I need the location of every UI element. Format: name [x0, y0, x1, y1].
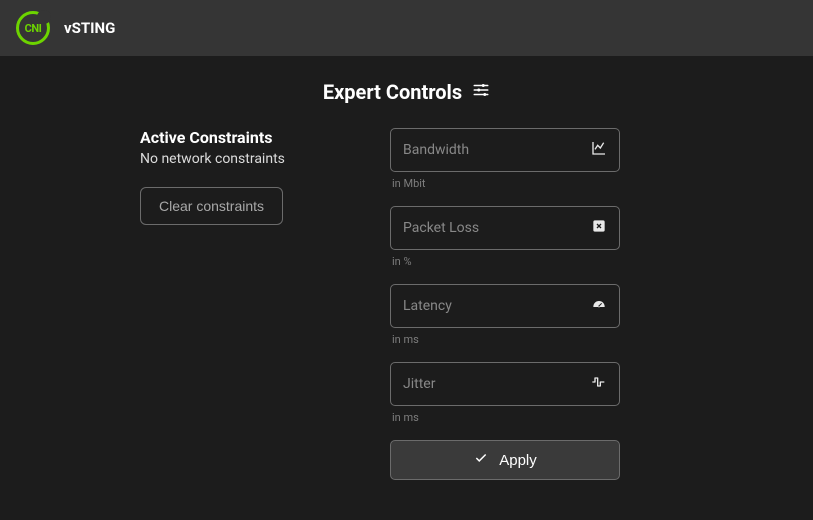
bandwidth-placeholder: Bandwidth [403, 142, 469, 158]
logo-text: CNI [25, 22, 42, 35]
constraints-status-text: No network constraints [140, 151, 290, 167]
jitter-input[interactable]: Jitter [390, 362, 620, 406]
app-header: CNI vSTING [0, 0, 813, 56]
sliders-icon [472, 80, 490, 104]
jitter-help: in ms [390, 411, 620, 424]
jitter-placeholder: Jitter [403, 376, 435, 392]
packet-loss-input[interactable]: Packet Loss [390, 206, 620, 250]
controls-panel: Bandwidth in Mbit Packet Loss in % [390, 128, 620, 480]
x-square-icon [591, 218, 607, 238]
page-title: Expert Controls [0, 80, 813, 104]
clear-constraints-button[interactable]: Clear constraints [140, 187, 283, 225]
latency-help: in ms [390, 333, 620, 346]
app-name: vSTING [64, 19, 115, 37]
apply-label: Apply [499, 452, 537, 469]
check-icon [473, 451, 489, 469]
latency-placeholder: Latency [403, 298, 452, 314]
chart-line-icon [591, 140, 607, 160]
page-title-text: Expert Controls [323, 80, 462, 104]
active-constraints-panel: Active Constraints No network constraint… [40, 128, 290, 480]
packet-loss-help: in % [390, 255, 620, 268]
app-logo: CNI [16, 11, 50, 45]
latency-input[interactable]: Latency [390, 284, 620, 328]
packet-loss-placeholder: Packet Loss [403, 220, 479, 236]
pulse-icon [591, 374, 607, 394]
bandwidth-help: in Mbit [390, 177, 620, 190]
gauge-icon [591, 296, 607, 316]
bandwidth-input[interactable]: Bandwidth [390, 128, 620, 172]
apply-button[interactable]: Apply [390, 440, 620, 480]
active-constraints-heading: Active Constraints [140, 128, 290, 147]
